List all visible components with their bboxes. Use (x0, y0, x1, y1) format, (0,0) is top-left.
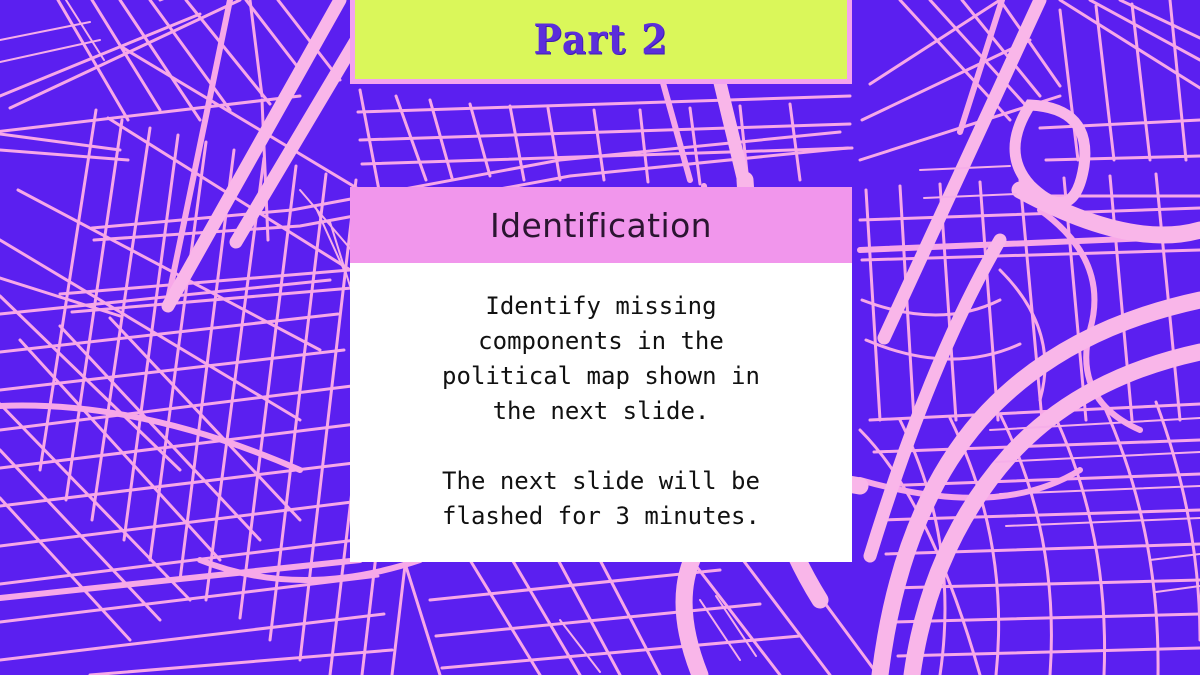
instruction-paragraph-2: The next slide will be flashed for 3 min… (442, 467, 760, 530)
identification-card-header: Identification (350, 187, 852, 263)
slide-root: Part 2 Identification Identify missing c… (0, 0, 1200, 675)
identification-card: Identification Identify missing componen… (350, 187, 852, 562)
part-banner: Part 2 (350, 0, 852, 84)
part-banner-label: Part 2 (533, 14, 669, 64)
identification-card-title: Identification (490, 205, 712, 245)
identification-card-body: Identify missing components in the polit… (350, 263, 852, 562)
instruction-paragraph-1: Identify missing components in the polit… (442, 292, 760, 425)
